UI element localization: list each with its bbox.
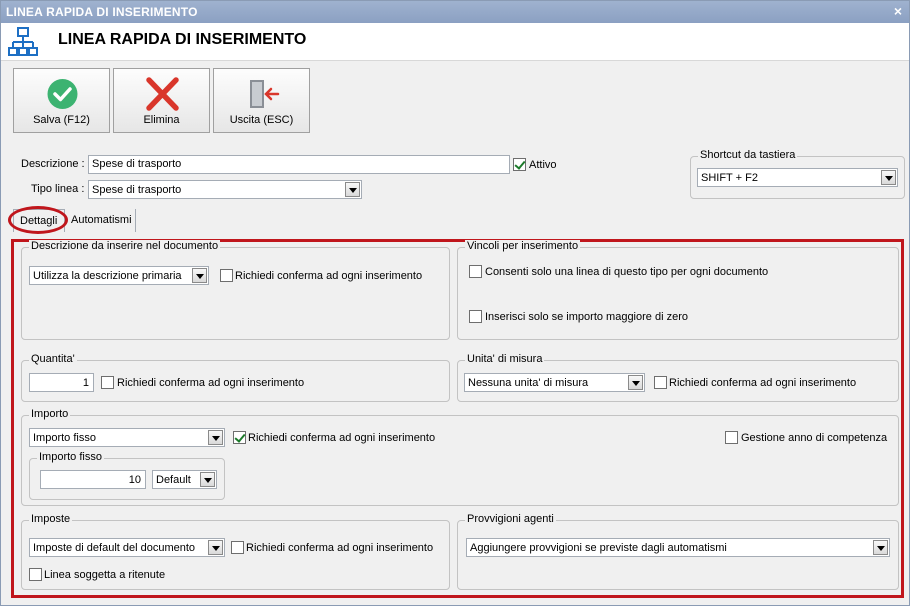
page-header: LINEA RAPIDA DI INSERIMENTO bbox=[1, 23, 909, 61]
exit-door-icon bbox=[250, 80, 280, 108]
imposte-value: Imposte di default del documento bbox=[33, 542, 196, 554]
unita-value: Nessuna unita' di misura bbox=[468, 377, 589, 389]
shortcut-group-label: Shortcut da tastiera bbox=[698, 149, 798, 161]
provvigioni-value: Aggiungere provvigioni se previste dagli… bbox=[470, 542, 727, 554]
importo-value: Importo fisso bbox=[33, 432, 96, 444]
descr-doc-confirm-label: Richiedi conferma ad ogni inserimento bbox=[235, 270, 423, 282]
window-title: LINEA RAPIDA DI INSERIMENTO bbox=[6, 5, 198, 19]
tipo-linea-select[interactable]: Spese di trasporto bbox=[88, 180, 362, 199]
importo-select[interactable]: Importo fisso bbox=[29, 428, 225, 447]
hierarchy-icon bbox=[8, 27, 38, 56]
quantita-confirm-checkbox[interactable] bbox=[101, 376, 114, 389]
descr-doc-select[interactable]: Utilizza la descrizione primaria bbox=[29, 266, 209, 285]
save-button[interactable]: Salva (F12) bbox=[13, 68, 110, 133]
one-line-label: Consenti solo una linea di questo tipo p… bbox=[485, 266, 769, 278]
cross-icon bbox=[146, 77, 179, 111]
imposte-confirm-checkbox[interactable] bbox=[231, 541, 244, 554]
exit-button-label: Uscita (ESC) bbox=[229, 114, 294, 126]
importo-fisso-input[interactable]: 10 bbox=[40, 470, 146, 489]
delete-button-label: Elimina bbox=[143, 114, 180, 126]
close-icon[interactable]: × bbox=[894, 3, 902, 19]
attivo-label: Attivo bbox=[529, 159, 557, 171]
page-title: LINEA RAPIDA DI INSERIMENTO bbox=[58, 31, 307, 48]
descr-doc-confirm-checkbox[interactable] bbox=[220, 269, 233, 282]
app-window: LINEA RAPIDA DI INSERIMENTO × LINEA RAPI… bbox=[0, 0, 910, 606]
chevron-down-icon[interactable] bbox=[873, 540, 888, 555]
imposte-confirm-label: Richiedi conferma ad ogni inserimento bbox=[246, 542, 434, 554]
chevron-down-icon[interactable] bbox=[200, 472, 215, 487]
importo-fisso-title: Importo fisso bbox=[37, 451, 104, 463]
chevron-down-icon[interactable] bbox=[628, 375, 643, 390]
tab-automatismi-label: Automatismi bbox=[71, 214, 132, 226]
unita-confirm-label: Richiedi conferma ad ogni inserimento bbox=[669, 377, 857, 389]
title-bar: LINEA RAPIDA DI INSERIMENTO × bbox=[1, 1, 909, 23]
imposte-select[interactable]: Imposte di default del documento bbox=[29, 538, 225, 557]
shortcut-select[interactable]: SHIFT + F2 bbox=[697, 168, 898, 187]
chevron-down-icon[interactable] bbox=[345, 182, 360, 197]
tipo-linea-label: Tipo linea : bbox=[31, 183, 85, 195]
details-panel: Descrizione da inserire nel documento Ut… bbox=[11, 239, 904, 598]
descr-doc-group: Descrizione da inserire nel documento Ut… bbox=[21, 240, 450, 340]
shortcut-value: SHIFT + F2 bbox=[701, 172, 758, 184]
descr-doc-title: Descrizione da inserire nel documento bbox=[29, 240, 221, 252]
tab-highlight-annotation bbox=[8, 206, 68, 234]
tab-automatismi[interactable]: Automatismi bbox=[65, 209, 136, 232]
quantita-input[interactable]: 1 bbox=[29, 373, 94, 392]
quantita-confirm-label: Richiedi conferma ad ogni inserimento bbox=[117, 377, 305, 389]
delete-button[interactable]: Elimina bbox=[113, 68, 210, 133]
positive-amount-checkbox[interactable] bbox=[469, 310, 482, 323]
importo-group: Importo Importo fisso Richiedi conferma … bbox=[21, 408, 899, 506]
save-button-label: Salva (F12) bbox=[33, 114, 90, 126]
provvigioni-group: Provvigioni agenti Aggiungere provvigion… bbox=[457, 513, 899, 590]
importo-fisso-select[interactable]: Default bbox=[152, 470, 217, 489]
one-line-checkbox[interactable] bbox=[469, 265, 482, 278]
unita-group: Unita' di misura Nessuna unita' di misur… bbox=[457, 353, 899, 402]
quantita-title: Quantita' bbox=[29, 353, 77, 365]
quantita-group: Quantita' 1 Richiedi conferma ad ogni in… bbox=[21, 353, 450, 402]
importo-confirm-label: Richiedi conferma ad ogni inserimento bbox=[248, 432, 436, 444]
attivo-checkbox[interactable] bbox=[513, 158, 526, 171]
imposte-group: Imposte Imposte di default del documento… bbox=[21, 513, 450, 590]
checkmark-icon bbox=[47, 79, 78, 109]
unita-confirm-checkbox[interactable] bbox=[654, 376, 667, 389]
chevron-down-icon[interactable] bbox=[208, 430, 223, 445]
competenza-checkbox[interactable] bbox=[725, 431, 738, 444]
importo-fisso-select-value: Default bbox=[156, 474, 191, 486]
descrizione-label: Descrizione : bbox=[21, 158, 85, 170]
tipo-linea-value: Spese di trasporto bbox=[92, 184, 182, 196]
provvigioni-title: Provvigioni agenti bbox=[465, 513, 556, 525]
imposte-title: Imposte bbox=[29, 513, 73, 525]
competenza-label: Gestione anno di competenza bbox=[741, 432, 888, 444]
exit-button[interactable]: Uscita (ESC) bbox=[213, 68, 310, 133]
chevron-down-icon[interactable] bbox=[208, 540, 223, 555]
shortcut-group: Shortcut da tastiera SHIFT + F2 bbox=[690, 149, 905, 199]
ritenute-checkbox[interactable] bbox=[29, 568, 42, 581]
unita-title: Unita' di misura bbox=[465, 353, 545, 365]
descrizione-input[interactable]: Spese di trasporto bbox=[88, 155, 510, 174]
importo-confirm-checkbox[interactable] bbox=[233, 431, 246, 444]
unita-select[interactable]: Nessuna unita' di misura bbox=[464, 373, 645, 392]
importo-fisso-group: Importo fisso 10 Default bbox=[29, 451, 225, 500]
ritenute-label: Linea soggetta a ritenute bbox=[44, 569, 166, 581]
chevron-down-icon[interactable] bbox=[192, 268, 207, 283]
vincoli-group: Vincoli per inserimento Consenti solo un… bbox=[457, 240, 899, 340]
chevron-down-icon[interactable] bbox=[881, 170, 896, 185]
provvigioni-select[interactable]: Aggiungere provvigioni se previste dagli… bbox=[466, 538, 890, 557]
importo-title: Importo bbox=[29, 408, 71, 420]
vincoli-title: Vincoli per inserimento bbox=[465, 240, 581, 252]
positive-amount-label: Inserisci solo se importo maggiore di ze… bbox=[485, 311, 688, 323]
descr-doc-value: Utilizza la descrizione primaria bbox=[33, 270, 182, 282]
